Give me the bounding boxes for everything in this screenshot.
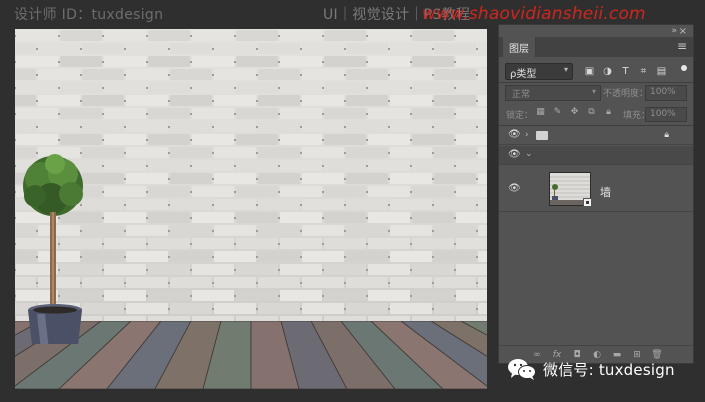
tab-layers[interactable]: 图层 xyxy=(503,37,536,57)
layers-panel: » × 图层 ≡ ρ类型 ▾ ▣ ◑ T ⌗ ▤ 正常 ▾ 不透明度： 100%… xyxy=(498,24,694,364)
smart-object-filter-icon[interactable]: ▤ xyxy=(655,65,668,78)
lock-position-icon[interactable]: ✥ xyxy=(569,107,580,118)
lock-icon-row: ▦ ✎ ✥ ⧉ 🔒︎ xyxy=(535,107,614,118)
site-watermark: www.shaovidiansheii.com xyxy=(422,4,646,24)
layer-row-group[interactable]: 👁︎ ⌄ xyxy=(499,146,693,165)
filter-select-label: ρ类型 xyxy=(510,69,537,80)
chevron-down-icon: ▾ xyxy=(591,87,596,96)
image-filter-icon[interactable]: ▣ xyxy=(583,65,596,78)
blend-mode-select[interactable]: 正常 ▾ xyxy=(505,85,601,101)
layer-row-wall[interactable]: 👁︎ ▪ 墙 xyxy=(499,166,693,212)
fill-field[interactable]: 100% xyxy=(645,107,687,122)
smart-object-badge-icon: ▪ xyxy=(583,198,592,207)
lock-artboard-icon[interactable]: ⧉ xyxy=(586,107,597,118)
lock-image-icon[interactable]: ✎ xyxy=(552,107,563,118)
document-canvas[interactable] xyxy=(15,29,487,389)
opacity-field[interactable]: 100% xyxy=(645,85,687,101)
chevron-down-icon[interactable]: ⌄ xyxy=(525,149,533,159)
shape-filter-icon[interactable]: ⌗ xyxy=(637,65,650,78)
potted-topiary-plant xyxy=(23,154,83,344)
eye-icon[interactable]: 👁︎ xyxy=(508,129,521,140)
filter-icon-row: ▣ ◑ T ⌗ ▤ xyxy=(583,63,668,80)
lock-transparent-icon[interactable]: ▦ xyxy=(535,107,546,118)
layer-filter-select[interactable]: ρ类型 ▾ xyxy=(505,63,573,80)
chevron-down-icon: ▾ xyxy=(563,65,568,74)
wechat-icon xyxy=(508,359,536,380)
eye-icon[interactable]: 👁︎ xyxy=(508,183,521,194)
chevron-right-icon[interactable]: › xyxy=(525,130,529,140)
layer-row-group[interactable]: 👁︎ › 🔒︎ xyxy=(499,126,693,145)
eye-icon[interactable]: 👁︎ xyxy=(508,149,521,160)
divider xyxy=(499,82,693,83)
designer-id-text: 设计师 ID：tuxdesign xyxy=(14,7,164,23)
layer-name[interactable]: 墙 xyxy=(600,184,611,200)
lock-icon: 🔒︎ xyxy=(664,130,669,140)
lock-all-icon[interactable]: 🔒︎ xyxy=(603,107,614,118)
panel-menu-icon[interactable]: ≡ xyxy=(677,39,687,53)
adjustment-filter-icon[interactable]: ◑ xyxy=(601,65,614,78)
wechat-id-text: 微信号: tuxdesign xyxy=(543,360,675,379)
opacity-label: 不透明度： xyxy=(603,89,649,99)
folder-icon xyxy=(536,131,548,140)
type-filter-icon[interactable]: T xyxy=(619,65,632,78)
filter-toggle-switch[interactable] xyxy=(681,65,687,71)
wechat-credit: 微信号: tuxdesign xyxy=(507,356,675,382)
collapse-icon[interactable]: » xyxy=(671,26,677,36)
lock-label: 锁定： xyxy=(506,111,534,121)
blend-mode-value: 正常 xyxy=(512,90,531,100)
close-icon[interactable]: × xyxy=(679,26,687,37)
